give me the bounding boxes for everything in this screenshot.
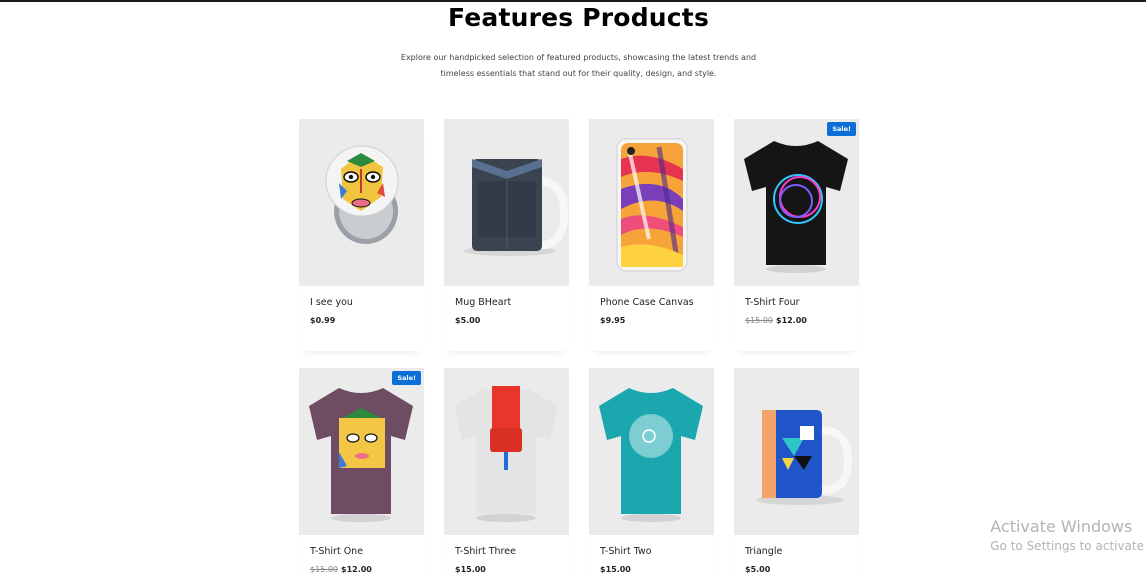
product-card-mug-bheart[interactable]: Mug BHeart $5.00 xyxy=(444,119,569,351)
current-price: $0.99 xyxy=(310,316,336,325)
product-card-i-see-you[interactable]: I see you $0.99 xyxy=(299,119,424,351)
current-price: $12.00 xyxy=(341,565,372,574)
tshirt-image xyxy=(744,141,848,273)
original-price: $15.00 xyxy=(310,565,338,574)
activate-windows-watermark: Activate Windows Go to Settings to activ… xyxy=(990,517,1144,553)
product-image[interactable] xyxy=(444,368,569,535)
product-card-t-shirt-three[interactable]: T-Shirt Three $15.00 xyxy=(444,368,569,579)
product-price: $5.00 xyxy=(455,316,480,325)
product-name[interactable]: Phone Case Canvas xyxy=(600,297,694,308)
current-price: $5.00 xyxy=(745,565,771,574)
product-name[interactable]: T-Shirt Four xyxy=(745,297,800,308)
product-price: $9.95 xyxy=(600,316,625,325)
product-image[interactable] xyxy=(299,119,424,286)
top-border xyxy=(0,0,1146,2)
mug-image xyxy=(756,410,853,505)
product-name[interactable]: T-Shirt Two xyxy=(600,546,652,557)
product-image[interactable] xyxy=(734,368,859,535)
button-badge-image xyxy=(325,145,399,244)
subtitle-line-1: Explore our handpicked selection of feat… xyxy=(400,53,757,62)
current-price: $15.00 xyxy=(455,565,486,574)
product-image[interactable] xyxy=(589,368,714,535)
watermark-subtitle: Go to Settings to activate xyxy=(990,539,1144,553)
original-price: $15.00 xyxy=(745,316,773,325)
product-card-triangle[interactable]: Triangle $5.00 xyxy=(734,368,859,579)
subtitle-line-2: timeless essentials that stand out for t… xyxy=(440,69,717,78)
tshirt-image xyxy=(309,388,413,522)
tshirt-image xyxy=(454,386,558,522)
sale-badge: Sale! xyxy=(392,371,421,385)
tshirt-image xyxy=(599,388,703,522)
section-subtitle: Explore our handpicked selection of feat… xyxy=(400,50,757,82)
product-price: $5.00 xyxy=(745,565,770,574)
current-price: $15.00 xyxy=(600,565,631,574)
current-price: $12.00 xyxy=(776,316,807,325)
product-name[interactable]: Mug BHeart xyxy=(455,297,511,308)
watermark-title: Activate Windows xyxy=(990,517,1133,536)
sale-badge: Sale! xyxy=(827,122,856,136)
product-image[interactable]: Sale! xyxy=(299,368,424,535)
product-image[interactable] xyxy=(589,119,714,286)
product-price: $15.00 $12.00 xyxy=(745,316,807,325)
product-price: $0.99 xyxy=(310,316,335,325)
product-card-t-shirt-one[interactable]: Sale! T-Shirt One $15.00 $12.00 xyxy=(299,368,424,579)
current-price: $9.95 xyxy=(600,316,626,325)
phone-case-image xyxy=(616,138,688,272)
product-name[interactable]: T-Shirt One xyxy=(310,546,363,557)
product-price: $15.00 xyxy=(455,565,486,574)
product-name[interactable]: Triangle xyxy=(745,546,782,557)
product-card-t-shirt-two[interactable]: T-Shirt Two $15.00 xyxy=(589,368,714,579)
product-price: $15.00 xyxy=(600,565,631,574)
mug-image xyxy=(464,159,569,256)
product-price: $15.00 $12.00 xyxy=(310,565,372,574)
product-image[interactable] xyxy=(444,119,569,286)
section-title: Features Products xyxy=(447,3,710,32)
product-card-phone-case-canvas[interactable]: Phone Case Canvas $9.95 xyxy=(589,119,714,351)
product-card-t-shirt-four[interactable]: Sale! T-Shirt Four $15.00 $12.00 xyxy=(734,119,859,351)
current-price: $5.00 xyxy=(455,316,481,325)
product-name[interactable]: I see you xyxy=(310,297,353,308)
product-image[interactable]: Sale! xyxy=(734,119,859,286)
product-name[interactable]: T-Shirt Three xyxy=(455,546,516,557)
